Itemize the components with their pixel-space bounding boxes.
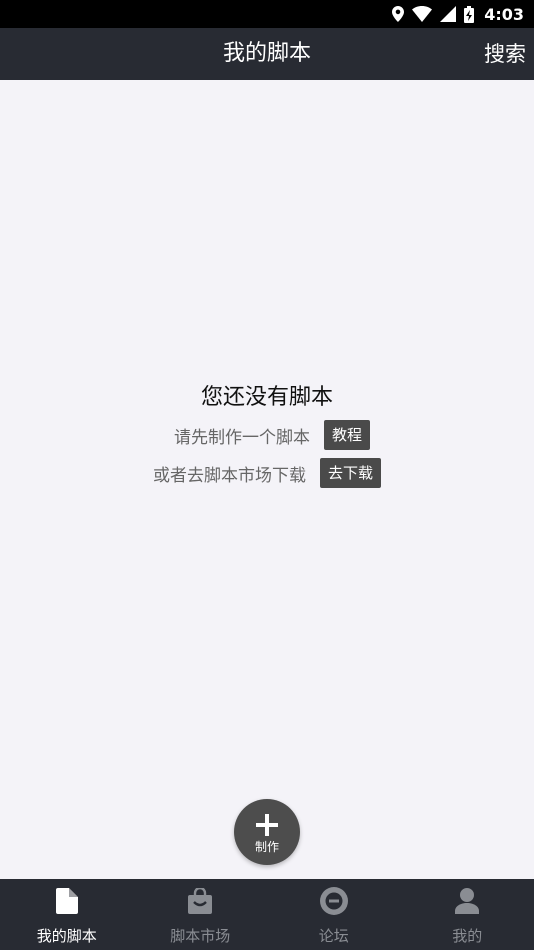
hint-text-create: 请先制作一个脚本	[173, 427, 310, 448]
wifi-icon	[412, 6, 433, 22]
nav-label-my-scripts: 我的脚本	[36, 927, 97, 945]
hint-row-tutorial: 请先制作一个脚本 教程	[174, 416, 370, 454]
empty-state: 您还没有脚本 请先制作一个脚本 教程 或者去脚本市场下载 去下载	[0, 380, 534, 492]
plus-icon	[256, 813, 278, 836]
bottom-nav: 我的脚本 脚本市场 论坛 我的	[0, 879, 534, 950]
empty-title: 您还没有脚本	[200, 385, 333, 410]
signal-icon	[440, 6, 457, 22]
nav-label-script-market: 脚本市场	[170, 927, 231, 945]
create-label: 制作	[254, 839, 279, 854]
page-title: 我的脚本	[222, 41, 311, 66]
nav-label-me: 我的	[452, 927, 483, 945]
tutorial-button[interactable]: 教程	[323, 420, 370, 450]
nav-label-forum: 论坛	[318, 927, 349, 945]
nav-item-me[interactable]: 我的	[401, 879, 534, 950]
person-icon	[455, 888, 480, 914]
battery-charging-icon	[464, 5, 475, 23]
download-button[interactable]: 去下载	[319, 458, 381, 488]
app-bar: 我的脚本 搜索	[0, 28, 534, 80]
status-bar: 4:03	[0, 0, 534, 28]
search-button[interactable]: 搜索	[484, 28, 526, 80]
document-icon	[55, 888, 78, 914]
location-icon	[392, 6, 405, 22]
forum-icon	[319, 887, 348, 915]
create-script-button[interactable]: 制作	[234, 799, 300, 865]
shopping-bag-icon	[188, 888, 213, 914]
nav-item-my-scripts[interactable]: 我的脚本	[0, 879, 134, 950]
nav-item-script-market[interactable]: 脚本市场	[134, 879, 268, 950]
hint-text-market: 或者去脚本市场下载	[152, 465, 306, 486]
status-time: 4:03	[484, 4, 524, 24]
hint-row-download: 或者去脚本市场下载 去下载	[153, 454, 381, 492]
nav-item-forum[interactable]: 论坛	[267, 879, 401, 950]
